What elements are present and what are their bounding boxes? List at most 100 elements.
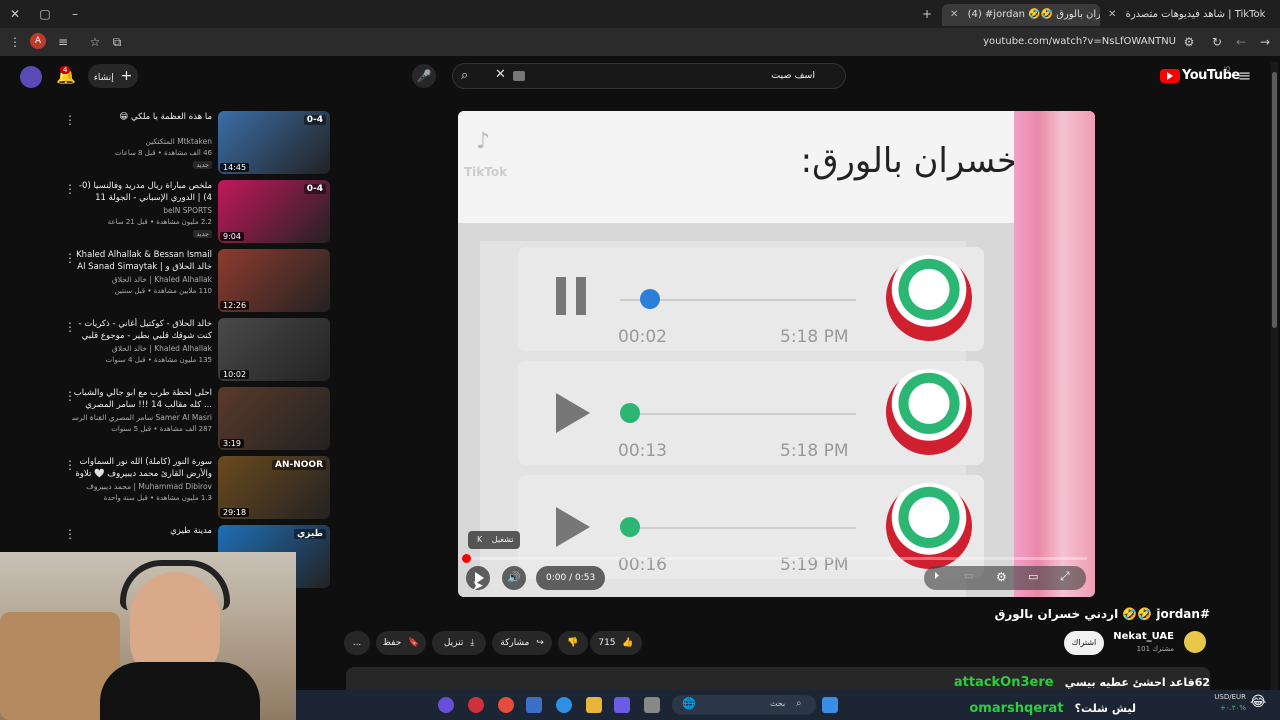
- settings-gear-icon[interactable]: ⚙: [996, 570, 1007, 584]
- recommendation-title[interactable]: احلى لحظة طرب مع ابو جالي والشباب ... كل…: [72, 387, 212, 413]
- hamburger-menu-icon[interactable]: ≡: [1238, 66, 1251, 85]
- recommendation-meta: 287 ألف مشاهدة • قبل 5 سنوات: [111, 425, 212, 433]
- close-window-icon[interactable]: ✕: [6, 5, 24, 23]
- share-button[interactable]: مشاركة ↪: [492, 631, 552, 655]
- recommendation-title[interactable]: خالد الحلاق - كوكتيل أغاني - ذكريات - كن…: [72, 318, 213, 342]
- app-icon[interactable]: [468, 697, 484, 713]
- channel-name[interactable]: Nekat_UAE: [1110, 631, 1174, 642]
- search-input[interactable]: ⌕ ✕ اسف صيت: [452, 63, 846, 89]
- keyboard-icon[interactable]: [513, 71, 525, 81]
- avatar[interactable]: [20, 66, 42, 88]
- recommendation-title[interactable]: ملخص مباراة ريال مدريد وفالنسيا (0-4) | …: [72, 180, 212, 204]
- theater-mode-icon[interactable]: ▭: [1028, 570, 1038, 583]
- create-button[interactable]: إنشاء +: [88, 64, 138, 88]
- recommendation-thumbnail[interactable]: AN-NOOR 29:18: [218, 456, 330, 519]
- save-label: حفظ: [382, 638, 402, 648]
- copilot-icon[interactable]: [614, 697, 630, 713]
- recommendation-item[interactable]: ⋮ Khaled Alhallak & Bessan Ismail خالد ال…: [64, 249, 330, 313]
- save-button[interactable]: حفظ 🔖: [376, 631, 426, 655]
- voice-scrubber: [620, 403, 640, 423]
- url-text[interactable]: youtube.com/watch?v=NsLfOWANTNU: [980, 36, 1176, 47]
- recommendation-item[interactable]: ⋮ ملخص مباراة ريال مدريد وفالنسيا (0-4) |…: [64, 180, 330, 244]
- recommendation-title[interactable]: Khaled Alhallak & Bessan Ismail خالد الح…: [72, 249, 212, 275]
- chat-message: ليش شلت؟ omarshqerat: [880, 697, 1136, 716]
- scrollbar-thumb[interactable]: [1272, 72, 1277, 328]
- store-icon[interactable]: [526, 697, 542, 713]
- close-tab-icon[interactable]: ✕: [1108, 9, 1116, 20]
- start-icon[interactable]: [822, 697, 838, 713]
- recommendation-channel[interactable]: Khaled Alhallak | خالد الحلاق: [72, 344, 212, 353]
- tab-tiktok[interactable]: ✕ شاهد فيديوهات متصدرة | TikTok: [1100, 4, 1280, 26]
- recommendation-thumbnail[interactable]: 0-4 14:45: [218, 111, 330, 174]
- recommendation-channel[interactable]: Samer Al Masri سامر المصري القناة الرسمي…: [72, 413, 212, 422]
- video-progress-bar[interactable]: [462, 554, 1087, 563]
- autoplay-toggle[interactable]: ⏵: [934, 571, 939, 582]
- maximize-window-icon[interactable]: ▢: [36, 5, 54, 23]
- video-player[interactable]: ♪ TikTok خسران بالورق: 00:02 5:18 PM 00:…: [458, 111, 1095, 597]
- youtube-logo-icon[interactable]: [1160, 69, 1180, 83]
- youtube-logo-text[interactable]: YouTube: [1182, 68, 1240, 83]
- recommendation-channel[interactable]: Muhammad Dibirov | محمد ديبيروف: [72, 482, 212, 491]
- menu-dots-icon[interactable]: ⋮: [6, 33, 24, 51]
- bookmark-star-icon[interactable]: ☆: [86, 33, 104, 51]
- tab-youtube[interactable]: ✕ (4) #jordan 🤣🤣 خسران بالورق: [942, 4, 1100, 26]
- forward-icon[interactable]: ←: [1232, 33, 1250, 51]
- recommendation-channel[interactable]: Khaled Alhallak | خالد الحلاق: [72, 275, 212, 284]
- taskbar-search-placeholder: بحث: [770, 699, 786, 708]
- site-settings-icon[interactable]: ⚙: [1180, 33, 1198, 51]
- recommendation-thumbnail[interactable]: 0-4 9:04: [218, 180, 330, 243]
- channel-avatar[interactable]: [1184, 631, 1206, 653]
- volume-button[interactable]: 🔊: [502, 566, 526, 590]
- profile-icon[interactable]: A: [30, 33, 46, 49]
- recommendation-item[interactable]: ⋮ خالد الحلاق - كوكتيل أغاني - ذكريات - ك…: [64, 318, 330, 382]
- chrome-icon[interactable]: [498, 697, 514, 713]
- extensions-icon[interactable]: ≡: [54, 33, 72, 51]
- edge-icon[interactable]: [556, 697, 572, 713]
- recommendation-title[interactable]: مدينة طيزي: [72, 525, 212, 537]
- browser-tab-bar: ✕ ▢ – + ✕ (4) #jordan 🤣🤣 خسران بالورق ✕ …: [0, 0, 1280, 28]
- recommendation-item[interactable]: ⋮ ما هذه العظمة يا ملكي 😁 Mtktaken المتكتك…: [64, 111, 330, 175]
- recommendation-thumbnail[interactable]: 12:26: [218, 249, 330, 312]
- dislike-button[interactable]: 👎: [558, 631, 588, 655]
- more-actions-button[interactable]: ...: [344, 631, 370, 655]
- task-view-icon[interactable]: [644, 697, 660, 713]
- back-icon[interactable]: →: [1256, 33, 1274, 51]
- microphone-icon[interactable]: 🎤: [412, 64, 436, 88]
- recommendation-channel[interactable]: beIN SPORTS: [72, 206, 212, 215]
- recommendation-thumbnail[interactable]: 3:19: [218, 387, 330, 450]
- download-button[interactable]: تنزيل ⤓: [432, 631, 486, 655]
- bookmark-icon: 🔖: [408, 638, 420, 648]
- recommendation-channel[interactable]: Mtktaken المتكتكين: [72, 137, 212, 146]
- widget-icon: 🌐: [682, 697, 696, 710]
- subtitles-icon[interactable]: ▭: [964, 571, 973, 582]
- recommendation-item[interactable]: ⋮ احلى لحظة طرب مع ابو جالي والشباب ... ك…: [64, 387, 330, 451]
- voice-message: 00:16 5:19 PM: [518, 475, 984, 579]
- recommendation-title[interactable]: ما هذه العظمة يا ملكي 😁: [72, 111, 212, 123]
- new-tab-button[interactable]: +: [918, 5, 936, 23]
- recommendation-meta: 1.3 مليون مشاهدة • قبل سنة واحدة: [103, 494, 212, 502]
- reload-icon[interactable]: ↻: [1208, 33, 1226, 51]
- search-icon[interactable]: ⌕: [461, 68, 468, 83]
- fullscreen-icon[interactable]: ⤢: [1060, 569, 1070, 584]
- video-duration: 12:26: [220, 301, 250, 310]
- recommendation-title[interactable]: سورة النور (كاملة) الله نور السماوات وال…: [72, 456, 212, 482]
- play-icon: [556, 507, 590, 547]
- taskbar-search[interactable]: ⌕ بحث 🌐: [672, 695, 816, 715]
- voice-duration: 00:02: [618, 327, 667, 347]
- install-app-icon[interactable]: ⧉: [108, 33, 126, 51]
- close-tab-icon[interactable]: ✕: [950, 9, 958, 20]
- recommendation-thumbnail[interactable]: 10:02: [218, 318, 330, 381]
- page-scrollbar[interactable]: [1271, 62, 1278, 690]
- volume-icon: 🔊: [507, 571, 521, 584]
- discord-icon[interactable]: [438, 697, 454, 713]
- share-icon: ↪: [536, 638, 544, 648]
- clear-search-icon[interactable]: ✕: [495, 67, 506, 82]
- like-button[interactable]: 715 👍: [590, 631, 642, 655]
- subscribe-button[interactable]: اشتراك: [1064, 631, 1104, 655]
- mouse-cursor-icon: ➤: [472, 578, 484, 594]
- recommendation-item[interactable]: ⋮ سورة النور (كاملة) الله نور السماوات وا…: [64, 456, 330, 520]
- file-explorer-icon[interactable]: [586, 697, 602, 713]
- minimize-window-icon[interactable]: –: [66, 5, 84, 23]
- progress-scrubber[interactable]: [462, 554, 471, 563]
- emoji-icon: 😂: [1250, 694, 1267, 710]
